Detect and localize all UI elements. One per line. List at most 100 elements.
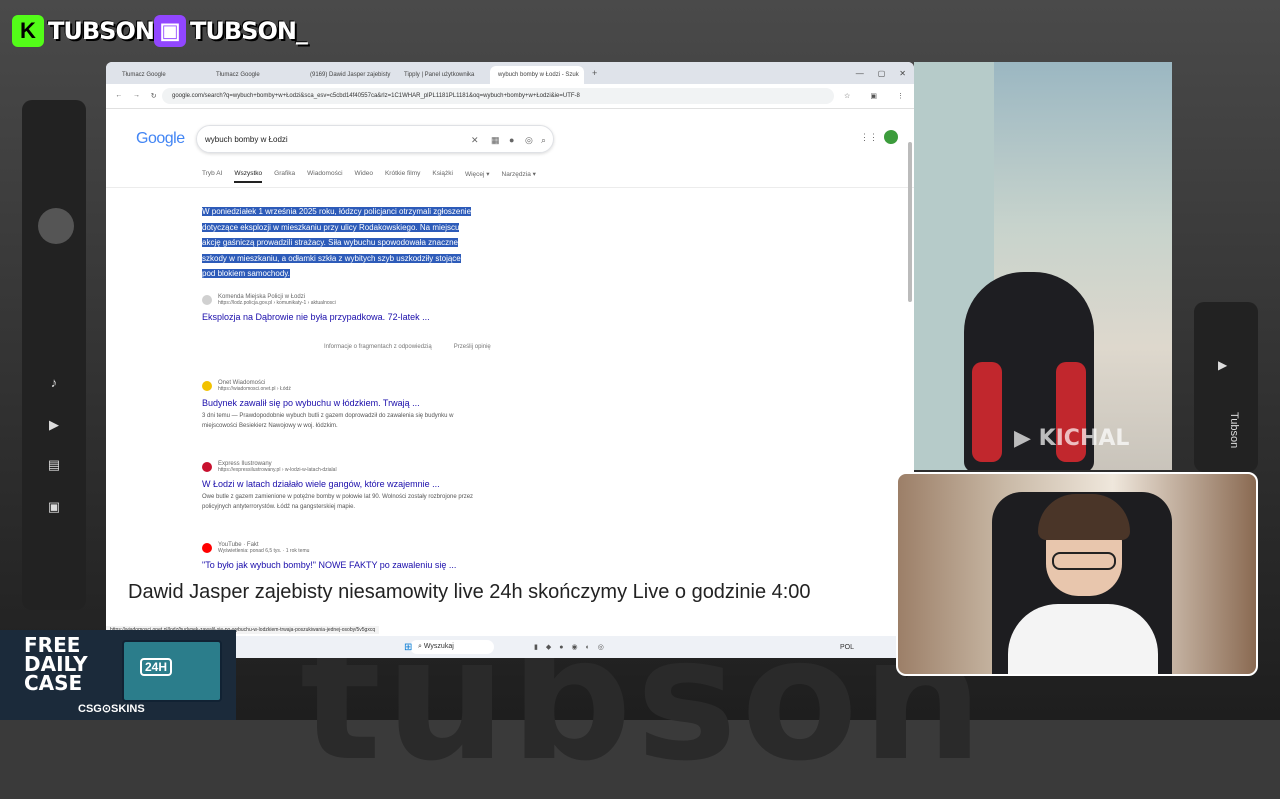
result-description: 3 dni temu — Prawdopodobnie wybuch butli… xyxy=(202,413,454,429)
snippet-info-link[interactable]: Informacje o fragmentach z odpowiedzią xyxy=(324,344,432,350)
video-icon: ▶ xyxy=(49,417,59,432)
new-tab-icon[interactable]: + xyxy=(584,68,605,78)
result-item: Onet Wiadomości https://wiadomosci.onet.p… xyxy=(202,380,482,431)
shirt xyxy=(1008,604,1158,674)
snippet-feedback: Informacje o fragmentach z odpowiedzią P… xyxy=(324,344,491,350)
cam-watermark-text: KICHAL xyxy=(1038,426,1130,451)
glasses xyxy=(1052,552,1116,570)
twitch-logo: ▣ TUBSON_ xyxy=(154,12,308,50)
url-input[interactable]: google.com/search?q=wybuch+bomby+w+Łodzi… xyxy=(162,88,834,104)
featured-snippet: W poniedziałek 1 września 2025 roku, łód… xyxy=(202,204,474,282)
divider xyxy=(106,187,914,188)
case-label: 24H xyxy=(140,658,173,676)
result-title[interactable]: W Łodzi w latach działało wiele gangów, … xyxy=(202,479,482,489)
clapper-icon: ▤ xyxy=(47,457,61,472)
featured-snippet-text: W poniedziałek 1 września 2025 roku, łód… xyxy=(202,207,472,278)
tab-bar: Tłumacz Google Tłumacz Google (9169) Daw… xyxy=(106,62,914,84)
result-url: Wyświetlenia: ponad 6,5 tys. · 1 rok tem… xyxy=(218,548,310,554)
youtube-favicon-icon xyxy=(202,543,212,553)
browser-window: Tłumacz Google Tłumacz Google (9169) Daw… xyxy=(106,62,914,658)
mic-icon[interactable]: ● xyxy=(509,126,514,154)
browser-tab[interactable]: Tłumacz Google xyxy=(208,66,302,84)
taskbar-search-label: Wyszukaj xyxy=(423,643,454,650)
apps-icon[interactable]: ⋮⋮ xyxy=(860,132,878,143)
left-sidebar: ♪ ▶ ▤ ▣ xyxy=(22,100,86,610)
promo-text: FREE DAILY CASE xyxy=(24,635,88,695)
kick-icon: K xyxy=(12,15,44,47)
google-logo[interactable]: Google xyxy=(136,130,185,148)
avatar xyxy=(38,208,74,244)
lens-icon[interactable]: ◎ xyxy=(525,126,533,154)
menu-icon[interactable]: ⋮ xyxy=(897,92,904,100)
google-header: Google wybuch bomby w Łodzi ✕ ▦ ● ◎ ⌕ ⋮⋮… xyxy=(106,124,914,184)
tab-ai[interactable]: Tryb AI xyxy=(202,170,222,183)
result-item: YouTube · Fakt Wyświetlenia: ponad 6,5 ty… xyxy=(202,542,456,570)
tab-images[interactable]: Grafika xyxy=(274,170,295,183)
reload-icon[interactable]: ↻ xyxy=(151,92,157,100)
taskbar-language[interactable]: POL xyxy=(840,644,854,651)
browser-tab[interactable]: (9169) Dawid Jasper zajebisty xyxy=(302,66,396,84)
search-tabs: Tryb AI Wszystko Grafika Wiadomości Wide… xyxy=(202,170,536,183)
result-url: https://wiadomosci.onet.pl › Łódź xyxy=(218,386,291,392)
send-feedback-link[interactable]: Prześlij opinię xyxy=(454,344,491,350)
search-icon[interactable]: ⌕ xyxy=(541,126,546,154)
webcam-room: ▶ KICHAL xyxy=(914,62,1172,470)
extensions-icon[interactable]: ▣ xyxy=(870,92,877,100)
tab-short-videos[interactable]: Krótkie filmy xyxy=(385,170,420,183)
search-input[interactable]: wybuch bomby w Łodzi ✕ ▦ ● ◎ ⌕ xyxy=(196,125,554,153)
twitch-username: TUBSON_ xyxy=(190,17,308,45)
cam-watermark: ▶ KICHAL xyxy=(1014,426,1130,451)
result-url: https://expressilustrowany.pl › w-lodzi-… xyxy=(218,467,337,473)
promo-line: CASE xyxy=(24,671,83,695)
promo-banner[interactable]: FREE DAILY CASE 24H CSG⊙SKINS xyxy=(0,630,236,720)
favicon-icon xyxy=(202,295,212,305)
kick-logo: K TUBSON xyxy=(12,12,155,50)
twitch-icon: ▣ xyxy=(154,15,186,47)
search-query: wybuch bomby w Łodzi xyxy=(205,135,288,144)
chair-accent xyxy=(972,362,1002,462)
result-title[interactable]: Budynek zawalił się po wybuchu w łódzkie… xyxy=(202,398,482,408)
ticker-text: Dawid Jasper zajebisty niesamowity live … xyxy=(128,581,811,603)
tab-news[interactable]: Wiadomości xyxy=(307,170,342,183)
maximize-icon[interactable]: ▢ xyxy=(878,69,886,78)
result-title[interactable]: Eksplozja na Dąbrowie nie była przypadko… xyxy=(202,312,430,322)
streamer xyxy=(1008,494,1158,674)
keyboard-icon[interactable]: ▦ xyxy=(491,126,500,154)
result-url: https://lodz.policja.gov.pl › komunikaty… xyxy=(218,300,336,306)
scrollbar[interactable] xyxy=(908,142,912,302)
result-title[interactable]: "To było jak wybuch bomby!" NOWE FAKTY p… xyxy=(202,560,456,570)
tab-more[interactable]: Więcej ▾ xyxy=(465,170,490,183)
result-description: Owe butle z gazem zamienione w potężne b… xyxy=(202,494,474,510)
taskbar-search[interactable]: ⌕ Wyszukaj xyxy=(410,640,494,654)
browser-tab-active[interactable]: wybuch bomby w Łodzi - Szuk xyxy=(490,66,584,84)
address-bar-row: ← → ↻ google.com/search?q=wybuch+bomby+w… xyxy=(106,84,914,109)
minimize-icon[interactable]: — xyxy=(856,69,864,78)
tab-books[interactable]: Książki xyxy=(432,170,453,183)
tab-video[interactable]: Wideo xyxy=(355,170,373,183)
forward-icon[interactable]: → xyxy=(133,92,140,100)
hair xyxy=(1038,494,1130,540)
youtube-icon: ▶ xyxy=(1218,358,1228,372)
account-avatar[interactable] xyxy=(884,130,898,144)
browser-tab[interactable]: Tłumacz Google xyxy=(114,66,208,84)
windows-icon[interactable]: ⊞ xyxy=(404,642,412,653)
tab-all[interactable]: Wszystko xyxy=(234,170,263,183)
tab-tools[interactable]: Narzędzia ▾ xyxy=(502,170,536,183)
favicon-icon xyxy=(202,462,212,472)
webcam-face xyxy=(896,472,1258,676)
promo-brand: CSG⊙SKINS xyxy=(78,703,145,715)
favicon-icon xyxy=(202,381,212,391)
browser-tab[interactable]: Tipply | Panel użytkownika xyxy=(396,66,490,84)
result-item: Komenda Miejska Policji w Łodzi https://l… xyxy=(202,294,430,322)
star-icon[interactable]: ☆ xyxy=(844,92,850,100)
kick-username: TUBSON xyxy=(48,17,155,45)
image-icon: ▣ xyxy=(47,499,61,514)
right-sidebar: ▶ Tubson xyxy=(1194,302,1258,472)
music-icon: ♪ xyxy=(50,375,58,390)
close-icon[interactable]: ✕ xyxy=(899,69,906,78)
taskbar-apps[interactable]: ▮◆●◉◐◎ xyxy=(534,643,612,651)
right-bar-label: Tubson xyxy=(1228,412,1240,449)
clear-icon[interactable]: ✕ xyxy=(471,126,479,154)
result-item: Express Ilustrowany https://expressilustr… xyxy=(202,461,482,512)
back-icon[interactable]: ← xyxy=(115,92,122,100)
